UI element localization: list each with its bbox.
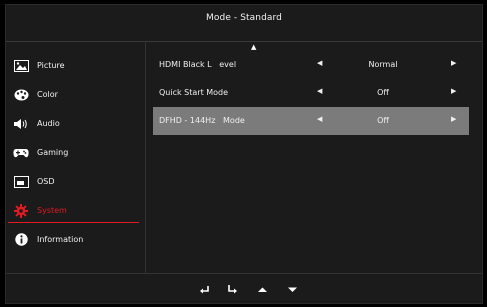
- setting-value: Normal: [368, 60, 398, 69]
- left-arrow-icon[interactable]: ◀: [317, 59, 322, 67]
- sidebar-item-label: Picture: [37, 61, 65, 70]
- sidebar-item-system[interactable]: System: [6, 196, 139, 225]
- down-icon[interactable]: [287, 284, 298, 298]
- sidebar-item-label: Gaming: [37, 148, 69, 157]
- right-arrow-icon[interactable]: ▶: [451, 115, 456, 123]
- sidebar: Picture Color Audio Gaming OSD System In…: [6, 51, 139, 254]
- gear-icon: [13, 203, 29, 218]
- info-icon: [13, 233, 29, 247]
- bottom-divider: [6, 273, 482, 274]
- sidebar-item-label: Audio: [37, 119, 60, 128]
- title-divider: [6, 41, 482, 42]
- back-icon[interactable]: [199, 284, 210, 298]
- sidebar-item-gaming[interactable]: Gaming: [6, 138, 139, 167]
- nav-bar: [6, 281, 482, 301]
- osd-panel: Mode - Standard Picture Color Audio Gami…: [5, 4, 483, 304]
- palette-icon: [13, 88, 29, 102]
- sidebar-item-color[interactable]: Color: [6, 80, 139, 109]
- sidebar-item-label: Color: [37, 90, 58, 99]
- setting-row-dfhd-144hz-mode[interactable]: DFHD - 144Hz Mode ◀ Off ▶: [153, 107, 469, 135]
- setting-row-quick-start-mode[interactable]: Quick Start Mode ◀ Off ▶: [153, 79, 469, 107]
- up-icon[interactable]: [257, 284, 268, 298]
- right-arrow-icon[interactable]: ▶: [451, 59, 456, 67]
- sidebar-item-information[interactable]: Information: [6, 225, 139, 254]
- setting-value: Off: [377, 88, 389, 97]
- speaker-icon: [13, 117, 29, 131]
- setting-value: Off: [377, 116, 389, 125]
- sidebar-item-audio[interactable]: Audio: [6, 109, 139, 138]
- sidebar-item-osd[interactable]: OSD: [6, 167, 139, 196]
- sidebar-item-label: Information: [37, 235, 84, 244]
- sidebar-item-label: OSD: [37, 177, 55, 186]
- right-arrow-icon[interactable]: ▶: [451, 87, 456, 95]
- left-arrow-icon[interactable]: ◀: [317, 87, 322, 95]
- left-arrow-icon[interactable]: ◀: [317, 115, 322, 123]
- setting-row-hdmi-black-level[interactable]: HDMI Black L evel ◀ Normal ▶: [153, 51, 469, 79]
- osd-icon: [13, 175, 29, 189]
- menu-title: Mode - Standard: [206, 13, 282, 23]
- sidebar-item-label: System: [37, 206, 67, 215]
- scroll-up-icon[interactable]: ▲: [251, 43, 256, 51]
- setting-label: HDMI Black L evel: [159, 60, 237, 69]
- enter-icon[interactable]: [227, 284, 238, 298]
- gamepad-icon: [13, 146, 29, 160]
- vertical-divider: [145, 41, 146, 273]
- picture-icon: [13, 59, 29, 73]
- sidebar-item-picture[interactable]: Picture: [6, 51, 139, 80]
- setting-label: DFHD - 144Hz Mode: [159, 116, 245, 125]
- settings-panel: ▲ HDMI Black L evel ◀ Normal ▶ Quick Sta…: [153, 43, 469, 135]
- setting-label: Quick Start Mode: [159, 88, 229, 97]
